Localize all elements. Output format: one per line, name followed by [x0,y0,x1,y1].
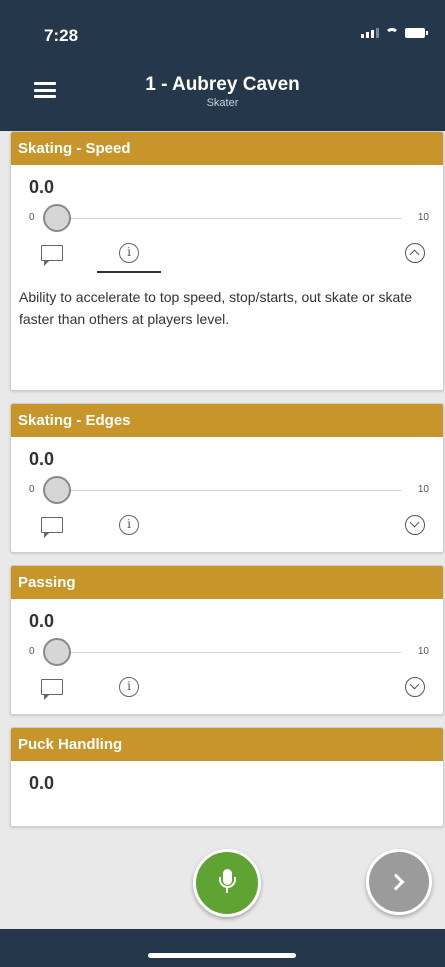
signal-icon [361,28,379,38]
comment-icon[interactable] [41,679,63,700]
rating-card-puck-handling: Puck Handling 0.0 [10,727,444,827]
rating-value: 0.0 [29,773,55,793]
next-button[interactable] [366,849,432,915]
rating-card-passing: Passing 0.0 0 10 i [10,565,444,715]
slider-track[interactable] [43,218,401,219]
info-icon[interactable]: i [119,515,139,535]
status-icons [361,28,428,38]
rating-description: Ability to accelerate to top speed, stop… [19,289,412,327]
rating-value: 0.0 [29,611,55,631]
rating-slider[interactable]: 0 10 [29,638,429,668]
home-indicator[interactable] [148,953,296,958]
rating-card-skating-edges: Skating - Edges 0.0 0 10 i [10,403,444,553]
page-subtitle: Skater [206,97,239,109]
slider-thumb[interactable] [43,204,71,232]
title-block: 1 - Aubrey Caven Skater [0,74,445,109]
slider-track[interactable] [43,652,401,653]
comment-icon[interactable] [41,245,63,266]
rating-slider[interactable]: 0 10 [29,476,429,506]
info-tab-indicator [97,271,161,273]
wifi-icon [385,28,399,38]
slider-max-label: 10 [417,484,429,495]
slider-track[interactable] [43,490,401,491]
slider-thumb[interactable] [43,476,71,504]
chevron-right-icon [387,873,405,891]
card-title: Skating - Edges [11,404,443,437]
rating-value: 0.0 [29,449,55,469]
card-title: Puck Handling [11,728,443,761]
card-title: Skating - Speed [11,132,443,165]
slider-max-label: 10 [417,212,429,223]
rating-slider[interactable]: 0 10 [29,204,429,234]
info-icon[interactable]: i [119,677,139,697]
chevron-down-icon[interactable] [405,677,425,697]
chevron-down-icon[interactable] [405,515,425,535]
comment-icon[interactable] [41,517,63,538]
slider-min-label: 0 [29,646,35,657]
microphone-button[interactable] [193,849,261,917]
slider-min-label: 0 [29,484,35,495]
info-icon[interactable]: i [119,243,139,263]
rating-card-skating-speed: Skating - Speed 0.0 0 10 i Ability to ac… [10,131,444,391]
card-title: Passing [11,566,443,599]
chevron-up-icon[interactable] [405,243,425,263]
app-header: 7:28 1 - Aubrey Caven Skater [0,0,445,131]
status-time: 7:28 [44,26,79,45]
slider-max-label: 10 [417,646,429,657]
rating-value: 0.0 [29,177,55,197]
page-title: 1 - Aubrey Caven [145,74,300,95]
slider-min-label: 0 [29,212,35,223]
bottom-bar [0,929,445,967]
slider-thumb[interactable] [43,638,71,666]
battery-icon [405,28,428,38]
rating-list: Skating - Speed 0.0 0 10 i Ability to ac… [10,131,444,839]
